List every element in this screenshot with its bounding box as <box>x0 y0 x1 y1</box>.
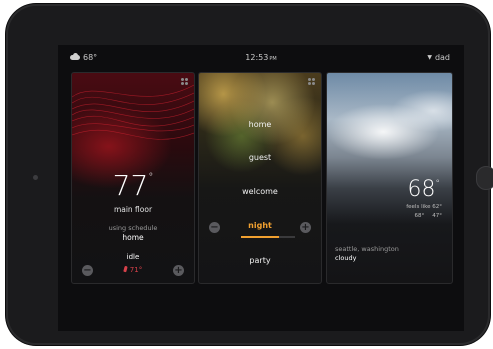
hvac-mode: idle <box>126 253 140 261</box>
schedule-label: using schedule <box>108 224 158 232</box>
home-button[interactable] <box>476 166 493 190</box>
app-screen: 68° 12:53PM ▼ dad 77° main floor using s… <box>58 45 464 331</box>
schedule-value[interactable]: home <box>72 233 194 242</box>
high-temp: 68° <box>414 213 425 219</box>
low-temp: 47° <box>432 213 442 219</box>
clock-time: 12:53 <box>245 53 269 62</box>
scene-welcome[interactable]: welcome <box>199 187 321 196</box>
high-low: 68° 47° <box>415 213 443 219</box>
clock: 12:53PM <box>58 53 464 62</box>
thermostat-card[interactable]: 77° main floor using schedule home idle … <box>71 72 195 284</box>
weather-location: seattle, washington <box>335 245 399 253</box>
scene-home[interactable]: home <box>199 120 321 129</box>
scene-party[interactable]: party <box>199 256 321 265</box>
weather-temperature: 68° <box>407 177 441 202</box>
expand-icon[interactable] <box>181 78 188 85</box>
scene-active-underline <box>241 236 279 238</box>
flame-icon <box>123 265 128 273</box>
zone-name: main floor <box>113 205 153 214</box>
scene-previous-button[interactable]: − <box>209 222 220 233</box>
scene-next-button[interactable]: + <box>300 222 311 233</box>
status-bar: 68° 12:53PM ▼ dad <box>58 45 464 71</box>
camera-lens <box>33 175 38 180</box>
user-name: dad <box>434 53 450 62</box>
weather-card[interactable]: 68° feels like 62° 68° 47° seattle, wash… <box>326 72 453 284</box>
setpoint: 71° <box>82 265 184 274</box>
expand-icon[interactable] <box>308 78 315 85</box>
feels-like: feels like 62° <box>406 204 442 210</box>
setpoint-controls: − 71° + <box>82 265 184 277</box>
user-menu[interactable]: ▼ dad <box>427 53 450 62</box>
heat-waves-graphic <box>72 84 194 140</box>
current-temperature: 77° <box>112 169 154 202</box>
scene-guest[interactable]: guest <box>199 153 321 162</box>
increase-setpoint-button[interactable]: + <box>173 265 184 276</box>
tablet-frame: 68° 12:53PM ▼ dad 77° main floor using s… <box>6 4 493 345</box>
setpoint-value: 71° <box>129 266 143 274</box>
scenes-card: home guest welcome night − + party <box>198 72 322 284</box>
chevron-down-icon: ▼ <box>427 54 432 61</box>
clock-ampm: PM <box>269 56 277 62</box>
weather-condition: cloudy <box>335 254 357 262</box>
